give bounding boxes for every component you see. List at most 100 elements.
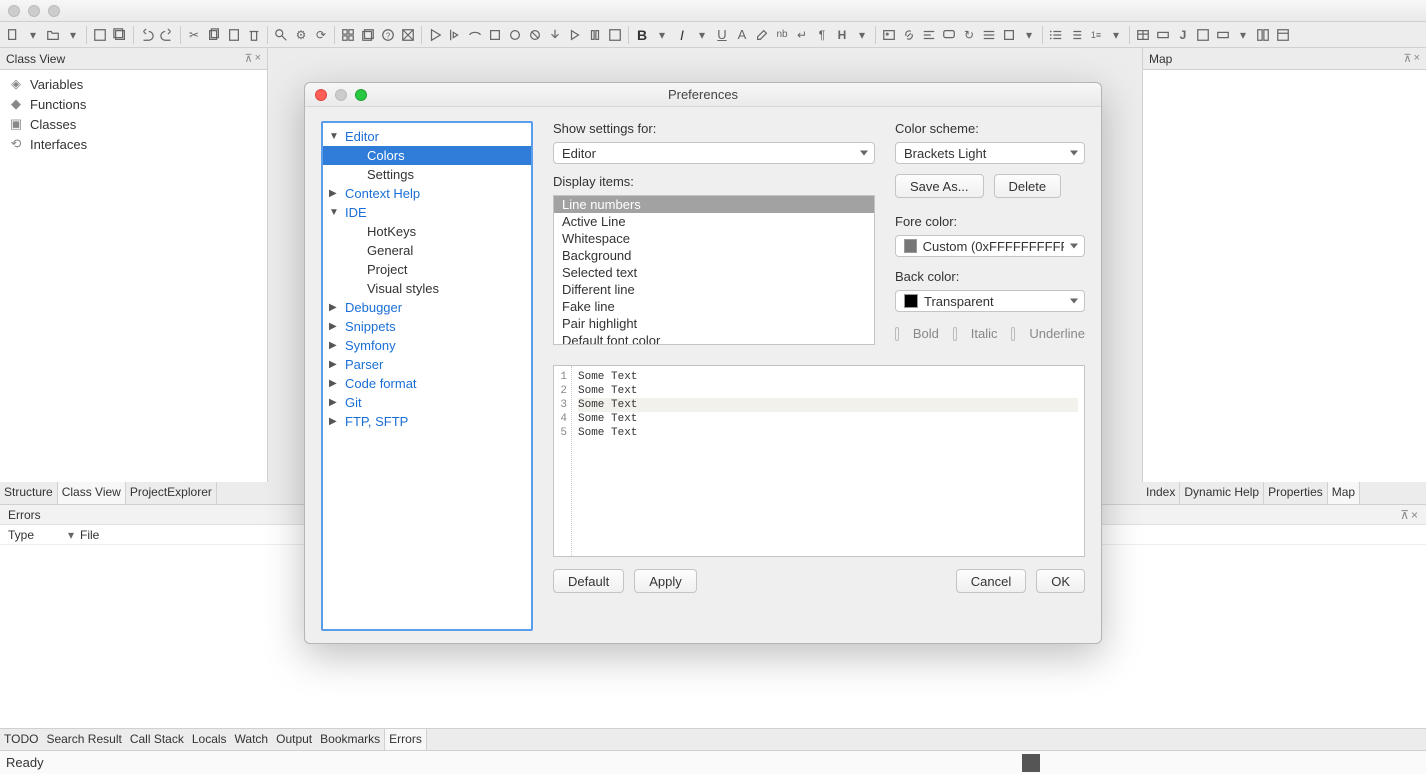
tab-bookmarks[interactable]: Bookmarks	[316, 729, 384, 750]
save-as-button[interactable]: Save As...	[895, 174, 984, 198]
close-dot-icon[interactable]	[8, 5, 20, 17]
minimize-dot-icon[interactable]	[28, 5, 40, 17]
refresh-icon[interactable]: ↻	[960, 26, 978, 44]
bold-icon[interactable]: B	[633, 26, 651, 44]
tree-node-general[interactable]: General	[323, 241, 531, 260]
maximize-dot-icon[interactable]	[355, 89, 367, 101]
pin-icon[interactable]: ⊼	[1400, 508, 1409, 522]
dropdown-arrow-icon[interactable]: ▾	[1234, 26, 1252, 44]
cancel-button[interactable]: Cancel	[956, 569, 1026, 593]
tree-node-snippets[interactable]: ▶Snippets	[323, 317, 531, 336]
tree-node-code-format[interactable]: ▶Code format	[323, 374, 531, 393]
apply-button[interactable]: Apply	[634, 569, 697, 593]
underline-icon[interactable]: U	[713, 26, 731, 44]
heading-icon[interactable]: H	[833, 26, 851, 44]
dropdown-arrow-icon[interactable]: ▾	[24, 26, 42, 44]
tab-todo[interactable]: TODO	[0, 729, 42, 750]
minimize-dot-icon[interactable]	[335, 89, 347, 101]
disclosure-arrow-icon[interactable]: ▶	[329, 416, 341, 427]
class-view-item[interactable]: ◈Variables	[0, 74, 267, 94]
disclosure-arrow-icon[interactable]: ▼	[329, 207, 341, 218]
display-item[interactable]: Selected text	[554, 264, 874, 281]
close-icon[interactable]: ×	[1411, 508, 1418, 522]
sync-icon[interactable]: ⟳	[312, 26, 330, 44]
justify-icon[interactable]	[980, 26, 998, 44]
dropdown-arrow-icon[interactable]: ▾	[64, 26, 82, 44]
tree-node-project[interactable]: Project	[323, 260, 531, 279]
class-view-item[interactable]: ▣Classes	[0, 114, 267, 134]
tree-node-ftp-sftp[interactable]: ▶FTP, SFTP	[323, 412, 531, 431]
tab-class-view[interactable]: Class View	[58, 482, 126, 504]
ok-button[interactable]: OK	[1036, 569, 1085, 593]
display-item[interactable]: Whitespace	[554, 230, 874, 247]
delete-button[interactable]: Delete	[994, 174, 1062, 198]
tab-output[interactable]: Output	[272, 729, 316, 750]
maximize-dot-icon[interactable]	[48, 5, 60, 17]
input-icon[interactable]	[1214, 26, 1232, 44]
open-folder-icon[interactable]	[44, 26, 62, 44]
color-scheme-select[interactable]: Brackets Light	[895, 142, 1085, 164]
restart-icon[interactable]	[606, 26, 624, 44]
help-icon[interactable]: ?	[379, 26, 397, 44]
highlight-icon[interactable]	[753, 26, 771, 44]
copy-icon[interactable]	[205, 26, 223, 44]
expand-icon[interactable]	[399, 26, 417, 44]
play-icon[interactable]	[426, 26, 444, 44]
tree-node-parser[interactable]: ▶Parser	[323, 355, 531, 374]
tab-map[interactable]: Map	[1328, 482, 1360, 504]
layout-icon[interactable]	[1254, 26, 1272, 44]
save-all-icon[interactable]	[111, 26, 129, 44]
step-out-icon[interactable]	[566, 26, 584, 44]
image-icon[interactable]	[880, 26, 898, 44]
stop-icon[interactable]	[486, 26, 504, 44]
tab-dynamic-help[interactable]: Dynamic Help	[1180, 482, 1264, 504]
class-view-item[interactable]: ◆Functions	[0, 94, 267, 114]
pause-icon[interactable]	[586, 26, 604, 44]
newline-icon[interactable]: ↵	[793, 26, 811, 44]
grid-icon[interactable]	[339, 26, 357, 44]
align-icon[interactable]	[920, 26, 938, 44]
dropdown-arrow-icon[interactable]: ▾	[853, 26, 871, 44]
script-icon[interactable]: J	[1174, 26, 1192, 44]
dropdown-arrow-icon[interactable]: ▾	[693, 26, 711, 44]
bold-checkbox[interactable]	[895, 327, 899, 341]
disclosure-arrow-icon[interactable]: ▶	[329, 302, 341, 313]
display-item[interactable]: Different line	[554, 281, 874, 298]
duplicate-icon[interactable]	[359, 26, 377, 44]
disclosure-arrow-icon[interactable]: ▶	[329, 378, 341, 389]
list-dl-icon[interactable]: 1≡	[1087, 26, 1105, 44]
tab-locals[interactable]: Locals	[188, 729, 231, 750]
list-ol-icon[interactable]	[1067, 26, 1085, 44]
step-over-icon[interactable]	[466, 26, 484, 44]
pin-icon[interactable]: ⊼	[1404, 52, 1412, 65]
back-color-select[interactable]: Transparent	[895, 290, 1085, 312]
tree-node-ide[interactable]: ▼IDE	[323, 203, 531, 222]
list-ul-icon[interactable]	[1047, 26, 1065, 44]
form-icon[interactable]	[1194, 26, 1212, 44]
class-view-item[interactable]: ⟲Interfaces	[0, 134, 267, 154]
tab-search-result[interactable]: Search Result	[42, 729, 125, 750]
dropdown-arrow-icon[interactable]: ▾	[1107, 26, 1125, 44]
tree-node-settings[interactable]: Settings	[323, 165, 531, 184]
tree-node-colors[interactable]: Colors	[323, 146, 531, 165]
tree-node-editor[interactable]: ▼Editor	[323, 127, 531, 146]
paragraph-icon[interactable]: ¶	[813, 26, 831, 44]
col-type[interactable]: Type	[8, 528, 68, 542]
paste-icon[interactable]	[225, 26, 243, 44]
sort-arrow-icon[interactable]: ▾	[68, 528, 80, 542]
tree-node-symfony[interactable]: ▶Symfony	[323, 336, 531, 355]
tab-errors[interactable]: Errors	[384, 729, 427, 750]
tree-node-debugger[interactable]: ▶Debugger	[323, 298, 531, 317]
tree-node-visual-styles[interactable]: Visual styles	[323, 279, 531, 298]
delete-icon[interactable]	[245, 26, 263, 44]
tree-node-git[interactable]: ▶Git	[323, 393, 531, 412]
show-settings-select[interactable]: Editor	[553, 142, 875, 164]
display-item[interactable]: Default font color	[554, 332, 874, 345]
close-icon[interactable]: ×	[1414, 52, 1420, 65]
panel-icon[interactable]	[1274, 26, 1292, 44]
preferences-tree[interactable]: ▼EditorColorsSettings▶Context Help▼IDEHo…	[321, 121, 533, 631]
tab-projectexplorer[interactable]: ProjectExplorer	[126, 482, 217, 504]
tab-properties[interactable]: Properties	[1264, 482, 1328, 504]
disclosure-arrow-icon[interactable]: ▼	[329, 131, 341, 142]
table-icon[interactable]	[1134, 26, 1152, 44]
